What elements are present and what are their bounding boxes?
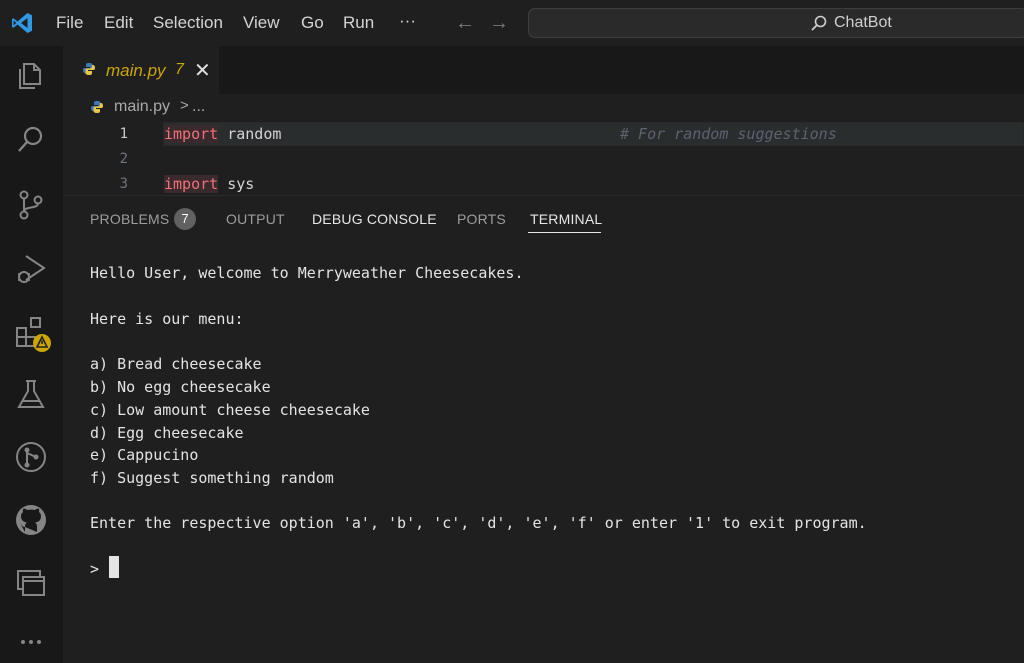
menu-view[interactable]: View bbox=[243, 13, 280, 33]
code-line[interactable]: import sys bbox=[164, 175, 254, 193]
remote-explorer-icon[interactable] bbox=[14, 566, 48, 600]
line-number: 1 bbox=[119, 126, 128, 142]
explorer-icon[interactable] bbox=[14, 58, 48, 92]
terminal-cursor[interactable] bbox=[109, 556, 119, 578]
tab-debug-console[interactable]: DEBUG CONSOLE bbox=[312, 211, 437, 227]
menu-file[interactable]: File bbox=[56, 13, 83, 33]
source-control-icon[interactable] bbox=[14, 188, 48, 222]
forward-arrow-icon[interactable]: → bbox=[489, 12, 509, 35]
menu-more[interactable]: ··· bbox=[399, 11, 416, 31]
terminal-line: Here is our menu: bbox=[90, 310, 244, 328]
code-line[interactable]: import random bbox=[164, 125, 281, 143]
terminal-line: b) No egg cheesecake bbox=[90, 378, 271, 396]
tab-problems[interactable]: PROBLEMS bbox=[90, 211, 169, 227]
line-number: 2 bbox=[119, 151, 128, 167]
menu-edit[interactable]: Edit bbox=[104, 13, 133, 33]
tab-problem-count: 7 bbox=[175, 61, 184, 78]
tab-file-name: main.py bbox=[106, 61, 166, 80]
terminal-line: e) Cappucino bbox=[90, 446, 199, 464]
breadcrumb-file[interactable]: main.py bbox=[114, 98, 170, 116]
menu-go[interactable]: Go bbox=[301, 13, 324, 33]
terminal-line: f) Suggest something random bbox=[90, 469, 334, 487]
code-comment: # For random suggestions bbox=[620, 125, 837, 143]
title-bar: File Edit Selection View Go Run ··· ← → … bbox=[0, 0, 1024, 46]
command-center-search[interactable] bbox=[528, 8, 1024, 38]
terminal-line: Enter the respective option 'a', 'b', 'c… bbox=[90, 514, 867, 532]
terminal-line: c) Low amount cheese cheesecake bbox=[90, 401, 370, 419]
python-file-icon bbox=[83, 63, 95, 75]
menu-selection[interactable]: Selection bbox=[153, 13, 223, 33]
search-icon bbox=[811, 15, 827, 31]
menu-run[interactable]: Run bbox=[343, 13, 374, 33]
run-debug-icon[interactable] bbox=[14, 252, 48, 286]
back-arrow-icon[interactable]: ← bbox=[455, 12, 475, 35]
code-text: random bbox=[218, 125, 282, 143]
tab-output[interactable]: OUTPUT bbox=[226, 211, 285, 227]
terminal-line: d) Egg cheesecake bbox=[90, 424, 244, 442]
line-number: 3 bbox=[119, 176, 128, 192]
problems-count-badge: 7 bbox=[174, 208, 196, 230]
terminal-prompt: > bbox=[90, 560, 100, 578]
search-label: ChatBot bbox=[834, 14, 892, 31]
keyword: import bbox=[164, 125, 219, 143]
github-icon[interactable] bbox=[14, 503, 48, 537]
search-activity-icon[interactable] bbox=[14, 122, 48, 156]
chevron-right-icon: > bbox=[180, 97, 189, 114]
tab-terminal[interactable]: TERMINAL bbox=[530, 211, 602, 227]
testing-icon[interactable] bbox=[14, 378, 48, 412]
git-graph-icon[interactable] bbox=[14, 440, 48, 474]
extensions-icon[interactable] bbox=[14, 316, 54, 356]
tab-ports[interactable]: PORTS bbox=[457, 211, 506, 227]
active-tab-indicator bbox=[528, 232, 601, 233]
keyword: import bbox=[164, 175, 219, 193]
python-file-icon bbox=[91, 101, 103, 113]
terminal-line: a) Bread cheesecake bbox=[90, 355, 262, 373]
code-text: sys bbox=[218, 175, 255, 193]
vscode-logo-icon bbox=[12, 13, 32, 33]
breadcrumb-more[interactable]: ... bbox=[192, 98, 205, 116]
more-icon[interactable] bbox=[14, 632, 48, 652]
current-line-highlight bbox=[163, 122, 1024, 146]
close-icon[interactable]: ✕ bbox=[194, 58, 211, 83]
terminal-line: Hello User, welcome to Merryweather Chee… bbox=[90, 264, 524, 282]
